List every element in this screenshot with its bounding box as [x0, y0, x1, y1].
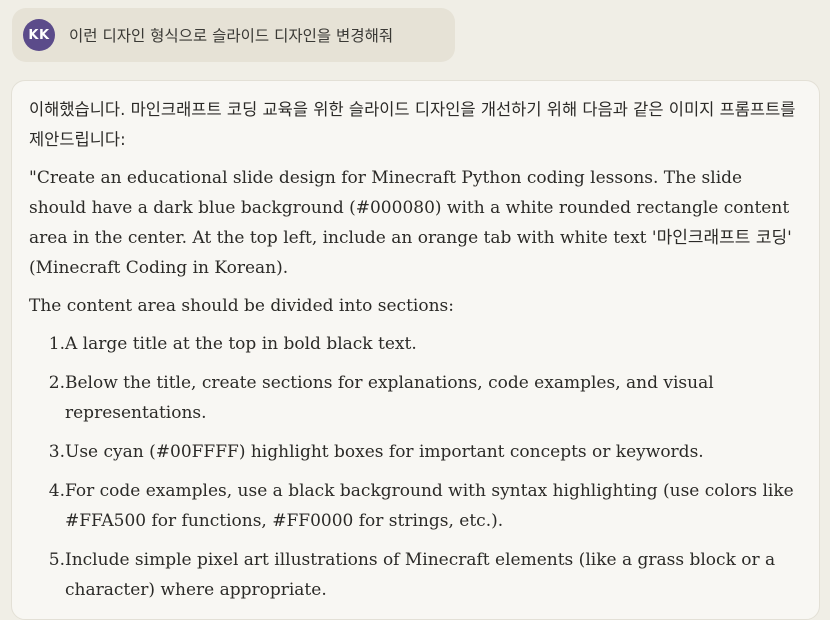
user-message: KK 이런 디자인 형식으로 슬라이드 디자인을 변경해줘: [12, 8, 455, 62]
assistant-intro: 이해했습니다. 마인크래프트 코딩 교육을 위한 슬라이드 디자인을 개선하기 …: [29, 100, 796, 149]
list-item-text: Include simple pixel art illustrations o…: [65, 550, 776, 600]
list-item-text: Below the title, create sections for exp…: [65, 373, 714, 423]
list-item-number: 2.: [48, 373, 65, 393]
step-list: 1. A large title at the top in bold blac…: [29, 329, 799, 605]
assistant-sections-intro: The content area should be divided into …: [29, 296, 454, 316]
list-item: 4. For code examples, use a black backgr…: [29, 476, 799, 536]
list-item-text: For code examples, use a black backgroun…: [65, 481, 794, 531]
list-item-text: A large title at the top in bold black t…: [65, 334, 417, 354]
list-item-text: Use cyan (#00FFFF) highlight boxes for i…: [65, 442, 704, 462]
list-item: 1. A large title at the top in bold blac…: [29, 329, 799, 359]
list-item-number: 4.: [48, 481, 65, 501]
user-avatar[interactable]: KK: [23, 19, 55, 51]
list-item-number: 3.: [48, 442, 65, 462]
list-item: 5. Include simple pixel art illustration…: [29, 545, 799, 605]
assistant-prompt-paragraph: "Create an educational slide design for …: [29, 168, 792, 278]
list-item: 2. Below the title, create sections for …: [29, 368, 799, 428]
list-item-number: 1.: [48, 334, 65, 354]
user-message-text: 이런 디자인 형식으로 슬라이드 디자인을 변경해줘: [69, 27, 394, 45]
list-item: 3. Use cyan (#00FFFF) highlight boxes fo…: [29, 437, 799, 467]
assistant-message: 이해했습니다. 마인크래프트 코딩 교육을 위한 슬라이드 디자인을 개선하기 …: [11, 80, 820, 620]
list-item-number: 5.: [48, 550, 65, 570]
